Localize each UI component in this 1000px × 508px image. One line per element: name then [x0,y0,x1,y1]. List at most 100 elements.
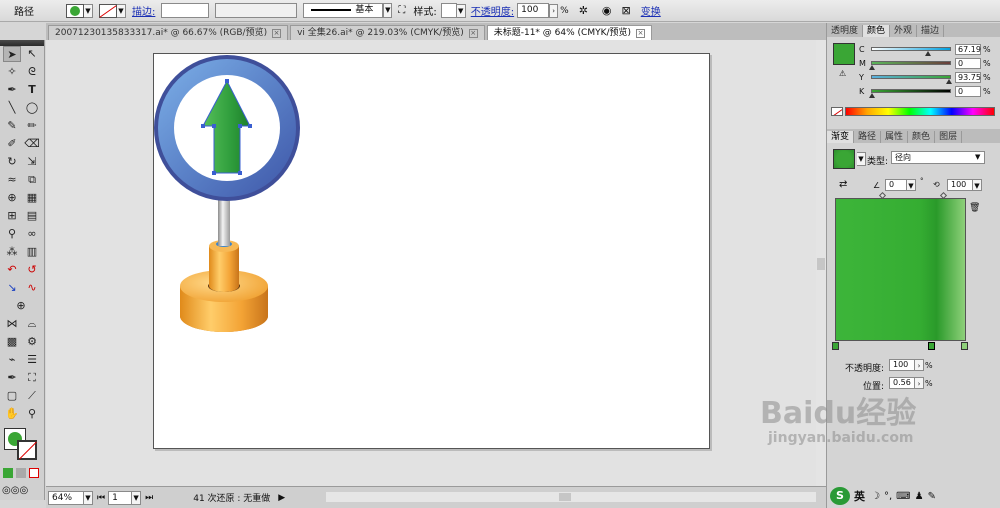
opacity-link[interactable]: 不透明度: [471,3,514,18]
slider-m[interactable]: M 0% [859,57,991,70]
chevron-down-icon[interactable]: ▼ [975,153,980,161]
artboard-field[interactable]: 1 [108,490,133,505]
free-transform-icon[interactable]: ⧉ [23,172,41,188]
reverse-gradient-icon[interactable]: ⇄ [839,179,847,190]
color-spectrum[interactable] [845,107,995,116]
puppet-tool-icon[interactable]: ⚙ [23,334,41,350]
gradient-stop-selected[interactable] [928,342,935,350]
crosshair-tool-icon[interactable]: ⊕ [12,298,30,314]
canvas-workspace[interactable] [46,40,816,486]
color-mode-icon[interactable] [3,468,13,478]
lasso-icon[interactable]: ᘓ [23,64,41,80]
eraser-icon[interactable]: ⌫ [23,136,41,152]
graph-tool-icon[interactable]: ▥ [23,244,41,260]
scale-tool-icon[interactable]: ⇲ [23,154,41,170]
tab-stroke[interactable]: 描边 [917,25,945,37]
artboard-tool-icon[interactable]: ▢ [3,388,21,404]
gradient-type-select[interactable]: 径向 [891,151,985,164]
aspect-ratio-field[interactable]: 100 [947,179,973,191]
slider-k[interactable]: K 0% [859,85,991,98]
custom-tool-red-2-icon[interactable]: ↺ [23,262,41,278]
opacity-field[interactable]: 100 [517,3,550,18]
none-color-icon[interactable] [831,107,843,116]
chevron-right-icon[interactable]: › [549,3,559,18]
mesh-tool-icon[interactable]: ⊞ [3,208,21,224]
tab-color[interactable]: 颜色 [863,25,891,37]
variable-width-field[interactable] [215,3,298,18]
pencil-icon[interactable]: ✏ [23,118,41,134]
perspective-grid-icon[interactable]: ▦ [23,190,41,206]
distribute-icon[interactable]: ☰ [23,352,41,368]
ime-wrench-icon[interactable]: ✎ [928,491,936,502]
hand-tool-icon[interactable]: ✋ [3,406,21,422]
horizontal-scrollbar[interactable] [326,492,816,502]
brush-definition[interactable]: 基本 [303,3,384,18]
chevron-right-icon[interactable]: › [915,359,924,371]
grid-icon[interactable]: ⛶ [398,5,405,16]
magic-wand-icon[interactable]: ✧ [3,64,21,80]
sign-artwork[interactable] [154,54,711,450]
close-icon[interactable]: × [636,28,646,38]
ellipse-tool-icon[interactable]: ◯ [23,100,41,116]
eyedropper-2-icon[interactable]: ✒ [3,370,21,386]
ime-keyboard-icon[interactable]: ⌨ [896,491,910,502]
pen-tool-icon[interactable]: ✒ [3,82,21,98]
chevron-down-icon[interactable]: ▼ [973,179,982,191]
stroke-swatch-control[interactable]: ▼ [99,3,126,18]
mesh-grid-icon[interactable]: ▩ [3,334,21,350]
vertical-scroll-thumb[interactable] [817,258,825,270]
gradient-ramp-preview[interactable] [835,198,966,341]
angle-field[interactable]: 0 [885,179,907,191]
warp-envelope-icon[interactable]: ⌓ [23,316,41,332]
warp-tool-icon[interactable]: ≈ [3,172,21,188]
gradient-stop[interactable] [832,342,839,350]
close-icon[interactable]: × [468,28,478,38]
ime-user-icon[interactable]: ♟ [915,491,924,502]
chevron-down-icon[interactable]: ▼ [84,3,93,18]
fill-swatch[interactable] [66,3,84,18]
paintbrush-icon[interactable]: ✎ [3,118,21,134]
chevron-down-icon[interactable]: ▼ [117,3,126,18]
sogou-ime-icon[interactable]: S [830,487,850,505]
custom-tool-wave-icon[interactable]: ∿ [23,280,41,296]
blend-tool-icon[interactable]: ∞ [23,226,41,242]
selection-tool-icon[interactable]: ➤ [3,46,21,62]
tab-document-1[interactable]: 20071230135833317.ai* @ 66.67% (RGB/预览) × [48,25,289,40]
chevron-down-icon[interactable]: ▼ [132,490,142,505]
fill-swatch-control[interactable]: ▼ [66,3,93,18]
gradient-mode-icon[interactable] [16,468,26,478]
align-icon[interactable]: ⊠ [622,4,631,17]
trash-icon[interactable]: 🗑 [969,203,980,213]
type-tool-icon[interactable]: T [23,82,41,98]
slider-c[interactable]: C 67.19% [859,43,991,56]
chevron-down-icon[interactable]: ▼ [907,179,916,191]
color-fill-swatch[interactable] [833,43,855,65]
status-menu-icon[interactable]: ▶ [278,493,285,503]
chevron-down-icon[interactable]: ▼ [857,152,866,166]
close-icon[interactable]: × [272,28,282,38]
style-swatch[interactable] [440,3,457,18]
knife-tool-icon[interactable]: ⟋ [23,388,41,404]
stroke-swatch[interactable] [99,3,117,18]
chevron-right-icon[interactable]: › [915,377,924,389]
gradient-stop[interactable] [961,342,968,350]
custom-tool-red-icon[interactable]: ↶ [3,262,21,278]
prev-artboard-icon[interactable]: ⏮ [97,493,105,503]
tab-document-3[interactable]: 未标题-11* @ 64% (CMYK/预览) × [486,25,653,40]
chevron-down-icon[interactable]: ▼ [456,3,466,18]
eyedropper-icon[interactable]: ⚲ [3,226,21,242]
zoom-tool-icon[interactable]: ⚲ [23,406,41,422]
draw-mode-icons[interactable]: ◎◎◎ [2,485,28,496]
stroke-weight-field[interactable] [161,3,210,18]
gradient-tool-icon[interactable]: ▤ [23,208,41,224]
envelope-tool-icon[interactable]: ⋈ [3,316,21,332]
custom-tool-blue-icon[interactable]: ↘ [3,280,21,296]
slider-y[interactable]: Y 93.75% [859,71,991,84]
tab-appearance[interactable]: 外观 [890,25,918,37]
rotate-tool-icon[interactable]: ↻ [3,154,21,170]
stroke-swatch-large[interactable] [17,440,37,460]
line-tool-icon[interactable]: ╲ [3,100,21,116]
gradient-preview-swatch[interactable] [833,149,855,169]
path-tool-icon[interactable]: ⌁ [3,352,21,368]
symbol-sprayer-icon[interactable]: ⁂ [3,244,21,260]
